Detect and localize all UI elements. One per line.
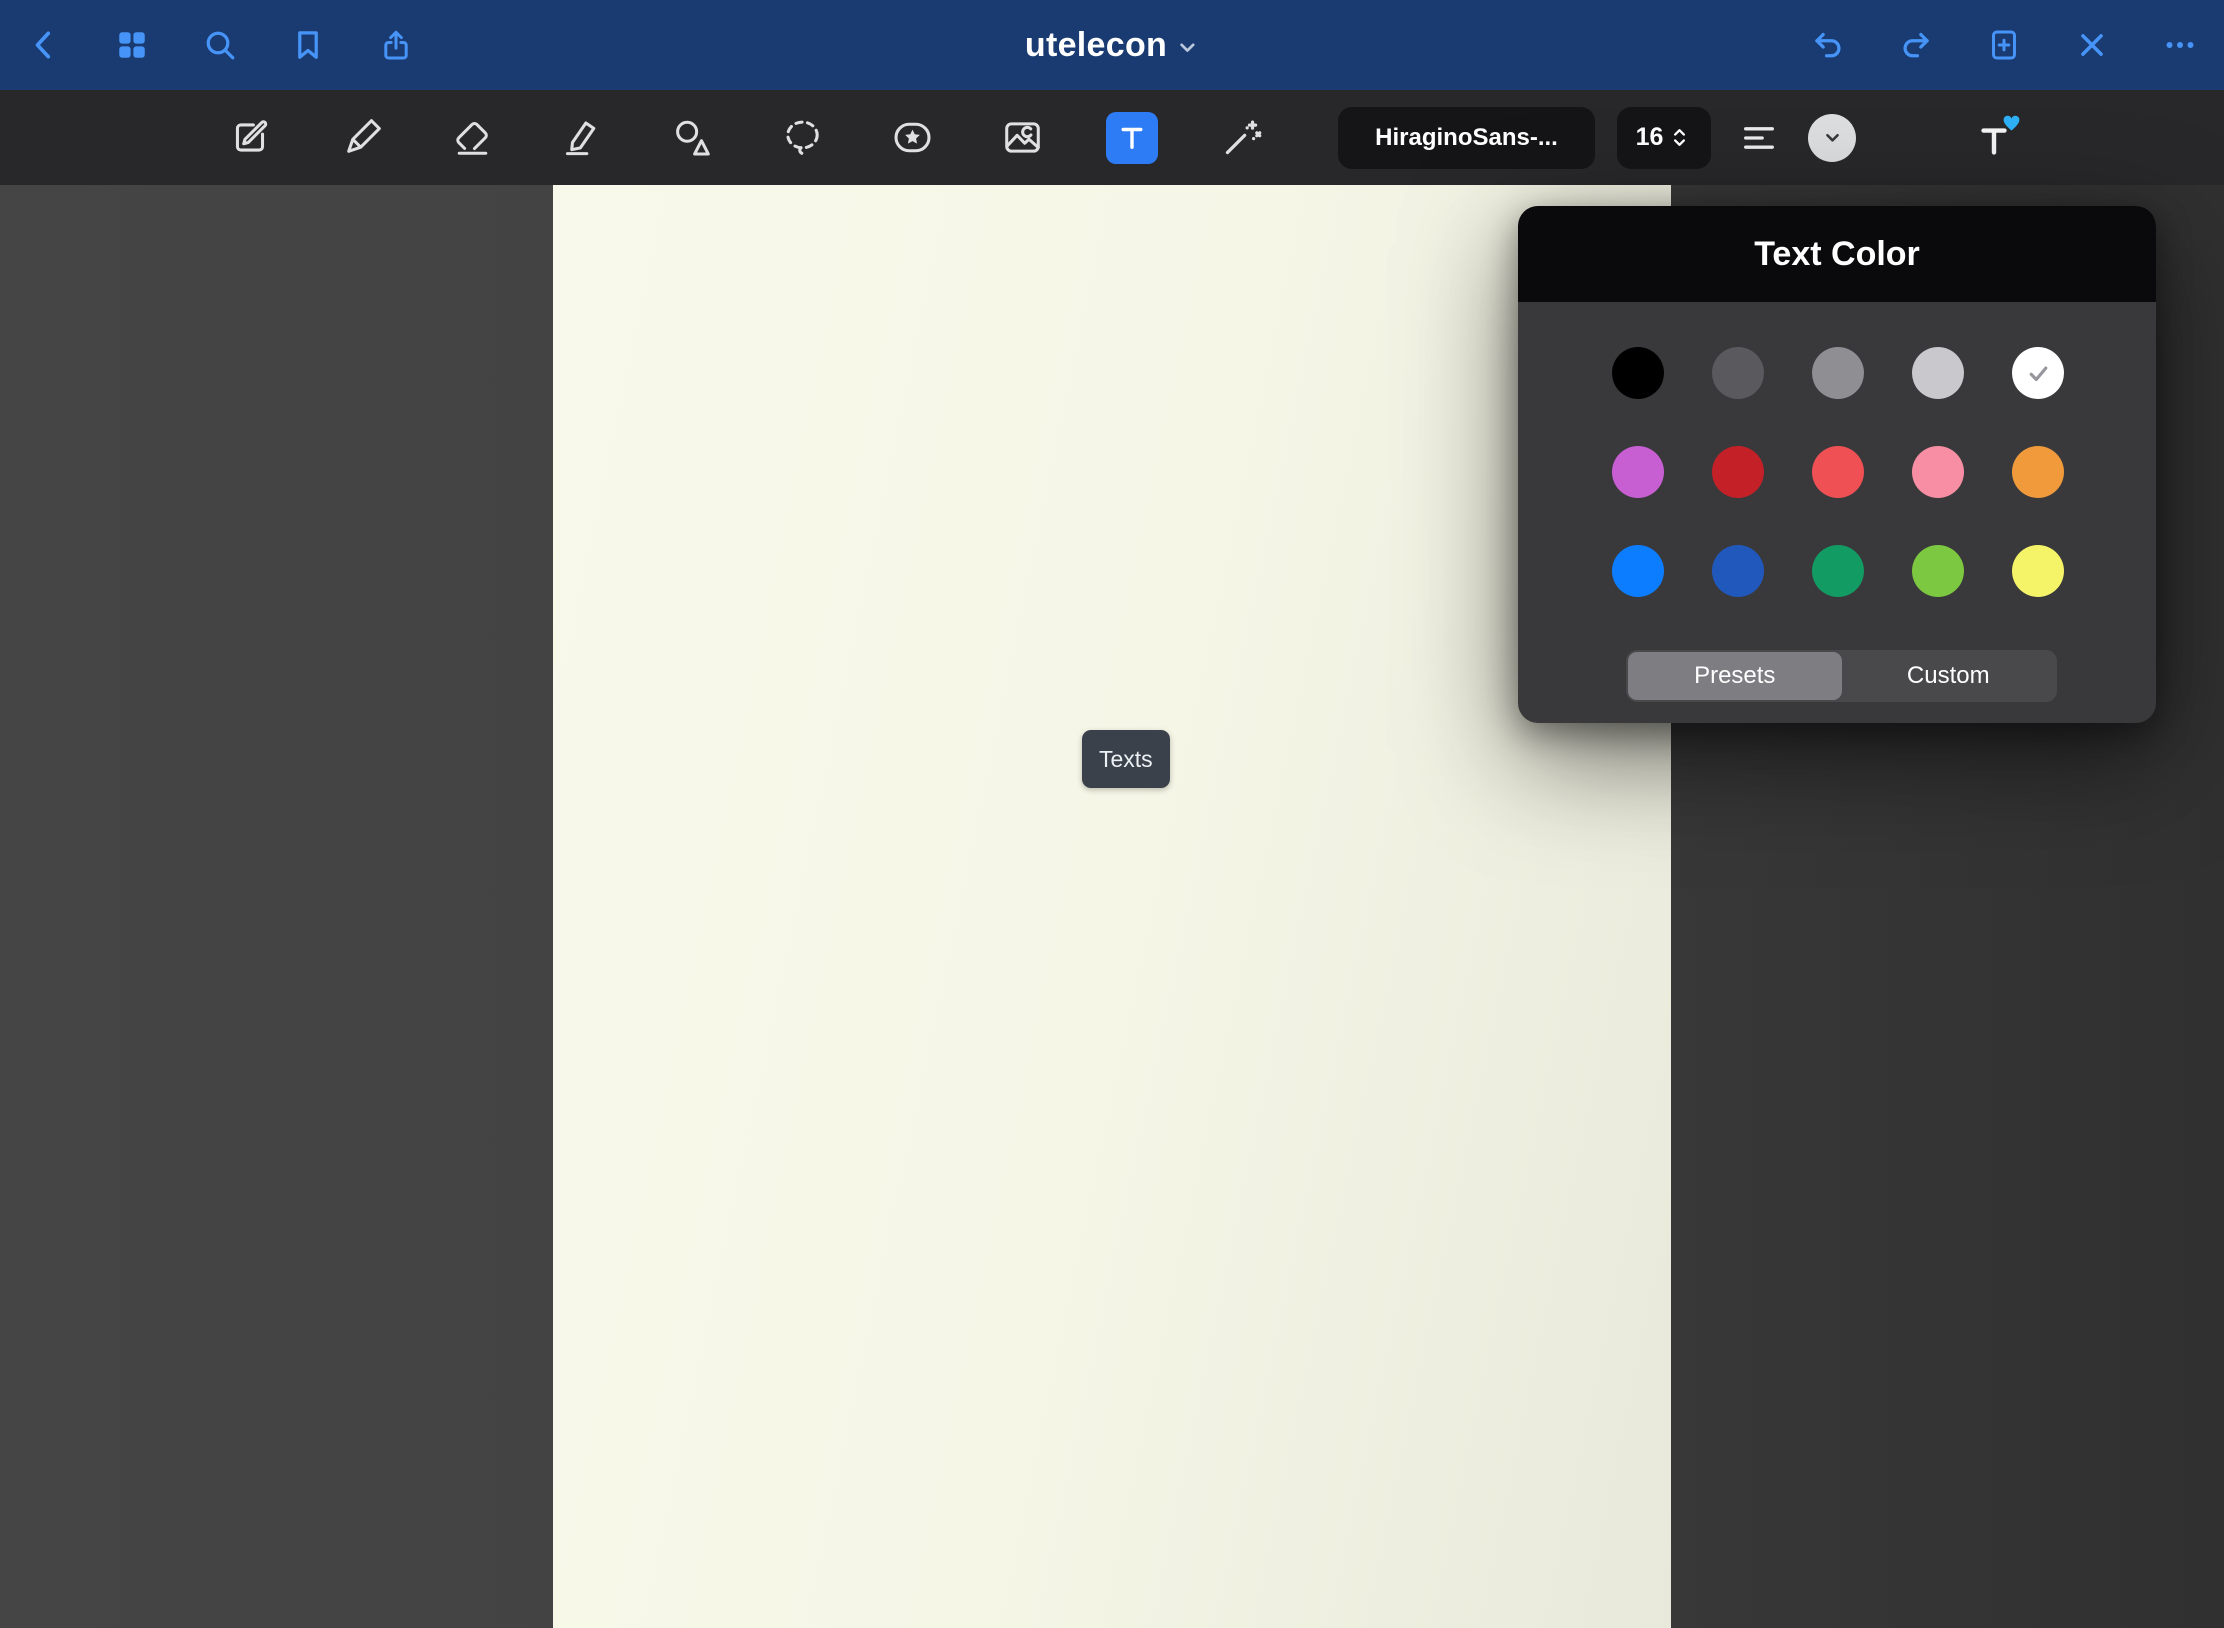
swatch-dark-red[interactable] bbox=[1712, 446, 1764, 498]
text-color-button[interactable] bbox=[1806, 112, 1858, 164]
back-button[interactable] bbox=[26, 27, 62, 63]
lasso-tool[interactable] bbox=[774, 110, 830, 166]
text-format-controls: HiraginoSans-... 16 bbox=[1338, 107, 2020, 169]
navbar-right-group bbox=[1810, 27, 2198, 63]
more-options-button[interactable] bbox=[2162, 27, 2198, 63]
highlighter-icon bbox=[561, 116, 604, 159]
redo-icon bbox=[1899, 28, 1933, 62]
page-edit-icon bbox=[231, 116, 274, 159]
text-align-button[interactable] bbox=[1737, 116, 1781, 160]
font-family-button[interactable]: HiraginoSans-... bbox=[1338, 107, 1595, 169]
grid-icon bbox=[115, 28, 149, 62]
close-button[interactable] bbox=[2074, 27, 2110, 63]
chevron-left-icon bbox=[27, 28, 61, 62]
text-tool-icon bbox=[1115, 121, 1149, 155]
heart-icon bbox=[2001, 112, 2022, 133]
align-left-icon bbox=[1740, 119, 1778, 157]
text-color-popover: Text Color Presets Custom bbox=[1518, 206, 2156, 723]
presets-custom-segmented-control: Presets Custom bbox=[1626, 650, 2057, 702]
add-page-button[interactable] bbox=[1986, 27, 2022, 63]
thumbnails-button[interactable] bbox=[114, 27, 150, 63]
laser-pointer-tool[interactable] bbox=[1214, 110, 1270, 166]
edit-mode-toggle[interactable] bbox=[224, 110, 280, 166]
chevron-down-icon bbox=[1819, 124, 1846, 151]
share-button[interactable] bbox=[378, 27, 414, 63]
note-page[interactable]: Texts bbox=[553, 185, 1671, 1628]
popover-title: Text Color bbox=[1518, 206, 2156, 302]
bookmark-button[interactable] bbox=[290, 27, 326, 63]
navbar: utelecon bbox=[0, 0, 2224, 90]
shapes-tool[interactable] bbox=[664, 110, 720, 166]
undo-icon bbox=[1811, 28, 1845, 62]
lasso-icon bbox=[781, 116, 824, 159]
current-color-swatch bbox=[1808, 114, 1856, 162]
eraser-icon bbox=[451, 116, 494, 159]
laser-pointer-icon bbox=[1221, 116, 1264, 159]
swatch-blue[interactable] bbox=[1612, 545, 1664, 597]
font-size-value: 16 bbox=[1636, 123, 1664, 152]
swatch-orange[interactable] bbox=[2012, 446, 2064, 498]
swatch-dark-blue[interactable] bbox=[1712, 545, 1764, 597]
chevron-down-icon bbox=[1176, 36, 1199, 59]
swatch-pink[interactable] bbox=[1912, 446, 1964, 498]
navbar-left-group bbox=[26, 27, 414, 63]
swatch-green[interactable] bbox=[1812, 545, 1864, 597]
bookmark-icon bbox=[291, 28, 325, 62]
search-button[interactable] bbox=[202, 27, 238, 63]
text-tool[interactable] bbox=[1106, 112, 1158, 164]
ellipsis-icon bbox=[2163, 28, 2197, 62]
search-icon bbox=[203, 28, 237, 62]
swatch-red[interactable] bbox=[1812, 446, 1864, 498]
app-root: utelecon bbox=[0, 0, 2224, 1628]
pen-icon bbox=[341, 116, 384, 159]
document-title: utelecon bbox=[1025, 26, 1167, 65]
segment-presets[interactable]: Presets bbox=[1628, 652, 1842, 700]
swatch-white-selected[interactable] bbox=[2012, 347, 2064, 399]
tools-toolbar: HiraginoSans-... 16 bbox=[0, 90, 2224, 185]
page-plus-icon bbox=[1987, 28, 2021, 62]
stepper-chevrons-icon bbox=[1667, 125, 1692, 150]
text-style-favorite-button[interactable] bbox=[1968, 112, 2020, 164]
image-tool[interactable] bbox=[994, 110, 1050, 166]
elements-tool[interactable] bbox=[884, 110, 940, 166]
redo-button[interactable] bbox=[1898, 27, 1934, 63]
undo-button[interactable] bbox=[1810, 27, 1846, 63]
swatch-black[interactable] bbox=[1612, 347, 1664, 399]
swatch-light-green[interactable] bbox=[1912, 545, 1964, 597]
close-icon bbox=[2075, 28, 2109, 62]
segment-custom[interactable]: Custom bbox=[1842, 652, 2056, 700]
eraser-tool[interactable] bbox=[444, 110, 500, 166]
font-family-label: HiraginoSans-... bbox=[1375, 124, 1558, 152]
sticker-star-icon bbox=[891, 116, 934, 159]
photo-icon bbox=[1001, 116, 1044, 159]
share-icon bbox=[379, 28, 413, 62]
swatch-yellow[interactable] bbox=[2012, 545, 2064, 597]
font-size-stepper[interactable]: 16 bbox=[1617, 107, 1711, 169]
color-swatch-grid bbox=[1518, 302, 2156, 597]
checkmark-icon bbox=[2025, 360, 2052, 387]
swatch-dark-gray[interactable] bbox=[1712, 347, 1764, 399]
shapes-icon bbox=[671, 116, 714, 159]
document-title-button[interactable]: utelecon bbox=[1025, 0, 1199, 90]
pen-tool[interactable] bbox=[334, 110, 390, 166]
selected-text-object[interactable]: Texts bbox=[1082, 730, 1170, 788]
tool-group bbox=[224, 110, 1270, 166]
swatch-light-gray[interactable] bbox=[1912, 347, 1964, 399]
swatch-gray[interactable] bbox=[1812, 347, 1864, 399]
highlighter-tool[interactable] bbox=[554, 110, 610, 166]
swatch-purple[interactable] bbox=[1612, 446, 1664, 498]
